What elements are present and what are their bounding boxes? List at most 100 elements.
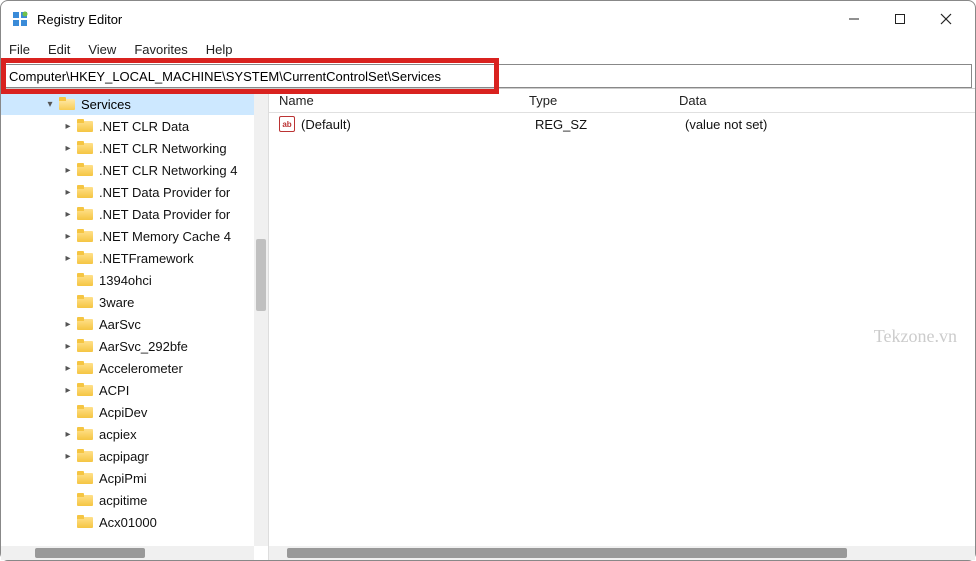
tree-node[interactable]: ▸ Accelerometer [1, 357, 268, 379]
folder-icon [77, 141, 95, 155]
scrollbar-thumb[interactable] [35, 548, 145, 558]
tree-node[interactable]: ▸ .NETFramework [1, 247, 268, 269]
tree-node[interactable]: ▸1394ohci [1, 269, 268, 291]
folder-icon [77, 207, 95, 221]
chevron-right-icon[interactable]: ▸ [61, 361, 75, 375]
tree-node[interactable]: ▸.NET Data Provider for [1, 181, 268, 203]
folder-icon [77, 163, 95, 177]
folder-icon [77, 493, 95, 507]
folder-icon [77, 295, 95, 309]
menu-file[interactable]: File [9, 42, 30, 57]
folder-icon [77, 339, 95, 353]
tree-node[interactable]: ▸ acpipagr [1, 445, 268, 467]
close-button[interactable] [923, 3, 969, 35]
window-title: Registry Editor [37, 12, 831, 27]
content-area: ▾ Services ▸ .NET CLR Data ▸.NET CLR Netwo… [1, 88, 975, 560]
tree-label: acpiex [99, 427, 137, 442]
tree-node[interactable]: ▸ .NET Data Provider for [1, 203, 268, 225]
folder-icon [77, 317, 95, 331]
tree-node[interactable]: ▸.NET CLR Networking 4 [1, 159, 268, 181]
tree-vertical-scrollbar[interactable] [254, 89, 268, 546]
menu-edit[interactable]: Edit [48, 42, 70, 57]
tree-node[interactable]: ▸ acpiex [1, 423, 268, 445]
titlebar: Registry Editor [1, 1, 975, 37]
values-pane[interactable]: Name Type Data ab(Default)REG_SZ(value n… [269, 89, 975, 560]
tree-node[interactable]: ▸AcpiPmi [1, 467, 268, 489]
chevron-right-icon[interactable]: ▸ [61, 229, 75, 243]
scrollbar-thumb[interactable] [256, 239, 266, 311]
folder-icon [77, 471, 95, 485]
address-bar[interactable] [4, 64, 972, 88]
tree-label: AarSvc_292bfe [99, 339, 188, 354]
minimize-button[interactable] [831, 3, 877, 35]
tree-label: acpitime [99, 493, 147, 508]
tree-node[interactable]: ▸ .NET CLR Data [1, 115, 268, 137]
tree-node[interactable]: ▸Acx01000 [1, 511, 268, 533]
folder-icon [77, 119, 95, 133]
tree-label: 3ware [99, 295, 134, 310]
string-value-icon: ab [279, 116, 295, 132]
folder-open-icon [59, 97, 77, 111]
tree-label: 1394ohci [99, 273, 152, 288]
chevron-right-icon[interactable]: ▸ [61, 339, 75, 353]
chevron-right-icon[interactable]: ▸ [61, 185, 75, 199]
chevron-right-icon[interactable]: ▸ [61, 449, 75, 463]
chevron-right-icon[interactable]: ▸ [61, 207, 75, 221]
menu-bar: File Edit View Favorites Help [1, 37, 975, 61]
tree-label: ACPI [99, 383, 129, 398]
menu-help[interactable]: Help [206, 42, 233, 57]
tree-horizontal-scrollbar[interactable] [1, 546, 254, 560]
column-header-type[interactable]: Type [519, 93, 669, 108]
tree-label: AarSvc [99, 317, 141, 332]
tree-node[interactable]: ▸.NET CLR Networking [1, 137, 268, 159]
tree-label: AcpiPmi [99, 471, 147, 486]
regedit-app-icon [11, 10, 29, 28]
value-name: (Default) [301, 117, 525, 132]
tree-label: .NET CLR Data [99, 119, 189, 134]
tree-label: .NET Data Provider for [99, 207, 230, 222]
chevron-right-icon[interactable]: ▸ [61, 119, 75, 133]
folder-icon [77, 273, 95, 287]
chevron-right-icon[interactable]: ▸ [61, 383, 75, 397]
tree-pane[interactable]: ▾ Services ▸ .NET CLR Data ▸.NET CLR Netwo… [1, 89, 269, 560]
tree-node[interactable]: ▸ AarSvc [1, 313, 268, 335]
tree-node[interactable]: ▸acpitime [1, 489, 268, 511]
tree-label: AcpiDev [99, 405, 147, 420]
maximize-button[interactable] [877, 3, 923, 35]
tree-label: Services [81, 97, 131, 112]
folder-icon [77, 229, 95, 243]
tree-label: .NET Memory Cache 4 [99, 229, 231, 244]
tree-node-services[interactable]: ▾ Services [1, 93, 268, 115]
chevron-right-icon[interactable]: ▸ [61, 317, 75, 331]
list-header: Name Type Data [269, 89, 975, 113]
chevron-right-icon[interactable]: ▸ [61, 251, 75, 265]
tree-label: Accelerometer [99, 361, 183, 376]
folder-icon [77, 405, 95, 419]
chevron-right-icon[interactable]: ▸ [61, 163, 75, 177]
tree-label: Acx01000 [99, 515, 157, 530]
value-data: (value not set) [675, 117, 975, 132]
tree-label: .NETFramework [99, 251, 194, 266]
tree-node[interactable]: ▸ ACPI [1, 379, 268, 401]
menu-view[interactable]: View [88, 42, 116, 57]
value-row[interactable]: ab(Default)REG_SZ(value not set) [269, 113, 975, 135]
column-header-data[interactable]: Data [669, 93, 975, 108]
folder-icon [77, 185, 95, 199]
address-bar-container [4, 64, 972, 88]
tree-label: acpipagr [99, 449, 149, 464]
tree-node[interactable]: ▸ AarSvc_292bfe [1, 335, 268, 357]
folder-icon [77, 449, 95, 463]
folder-icon [77, 383, 95, 397]
tree-node[interactable]: ▸ .NET Memory Cache 4 [1, 225, 268, 247]
registry-tree: ▾ Services ▸ .NET CLR Data ▸.NET CLR Netwo… [1, 89, 268, 533]
chevron-right-icon[interactable]: ▸ [61, 427, 75, 441]
folder-icon [77, 361, 95, 375]
chevron-down-icon[interactable]: ▾ [43, 97, 57, 111]
tree-node[interactable]: ▸3ware [1, 291, 268, 313]
list-horizontal-scrollbar[interactable] [269, 546, 975, 560]
chevron-right-icon[interactable]: ▸ [61, 141, 75, 155]
column-header-name[interactable]: Name [269, 93, 519, 108]
menu-favorites[interactable]: Favorites [134, 42, 187, 57]
scrollbar-thumb[interactable] [287, 548, 847, 558]
tree-node[interactable]: ▸AcpiDev [1, 401, 268, 423]
